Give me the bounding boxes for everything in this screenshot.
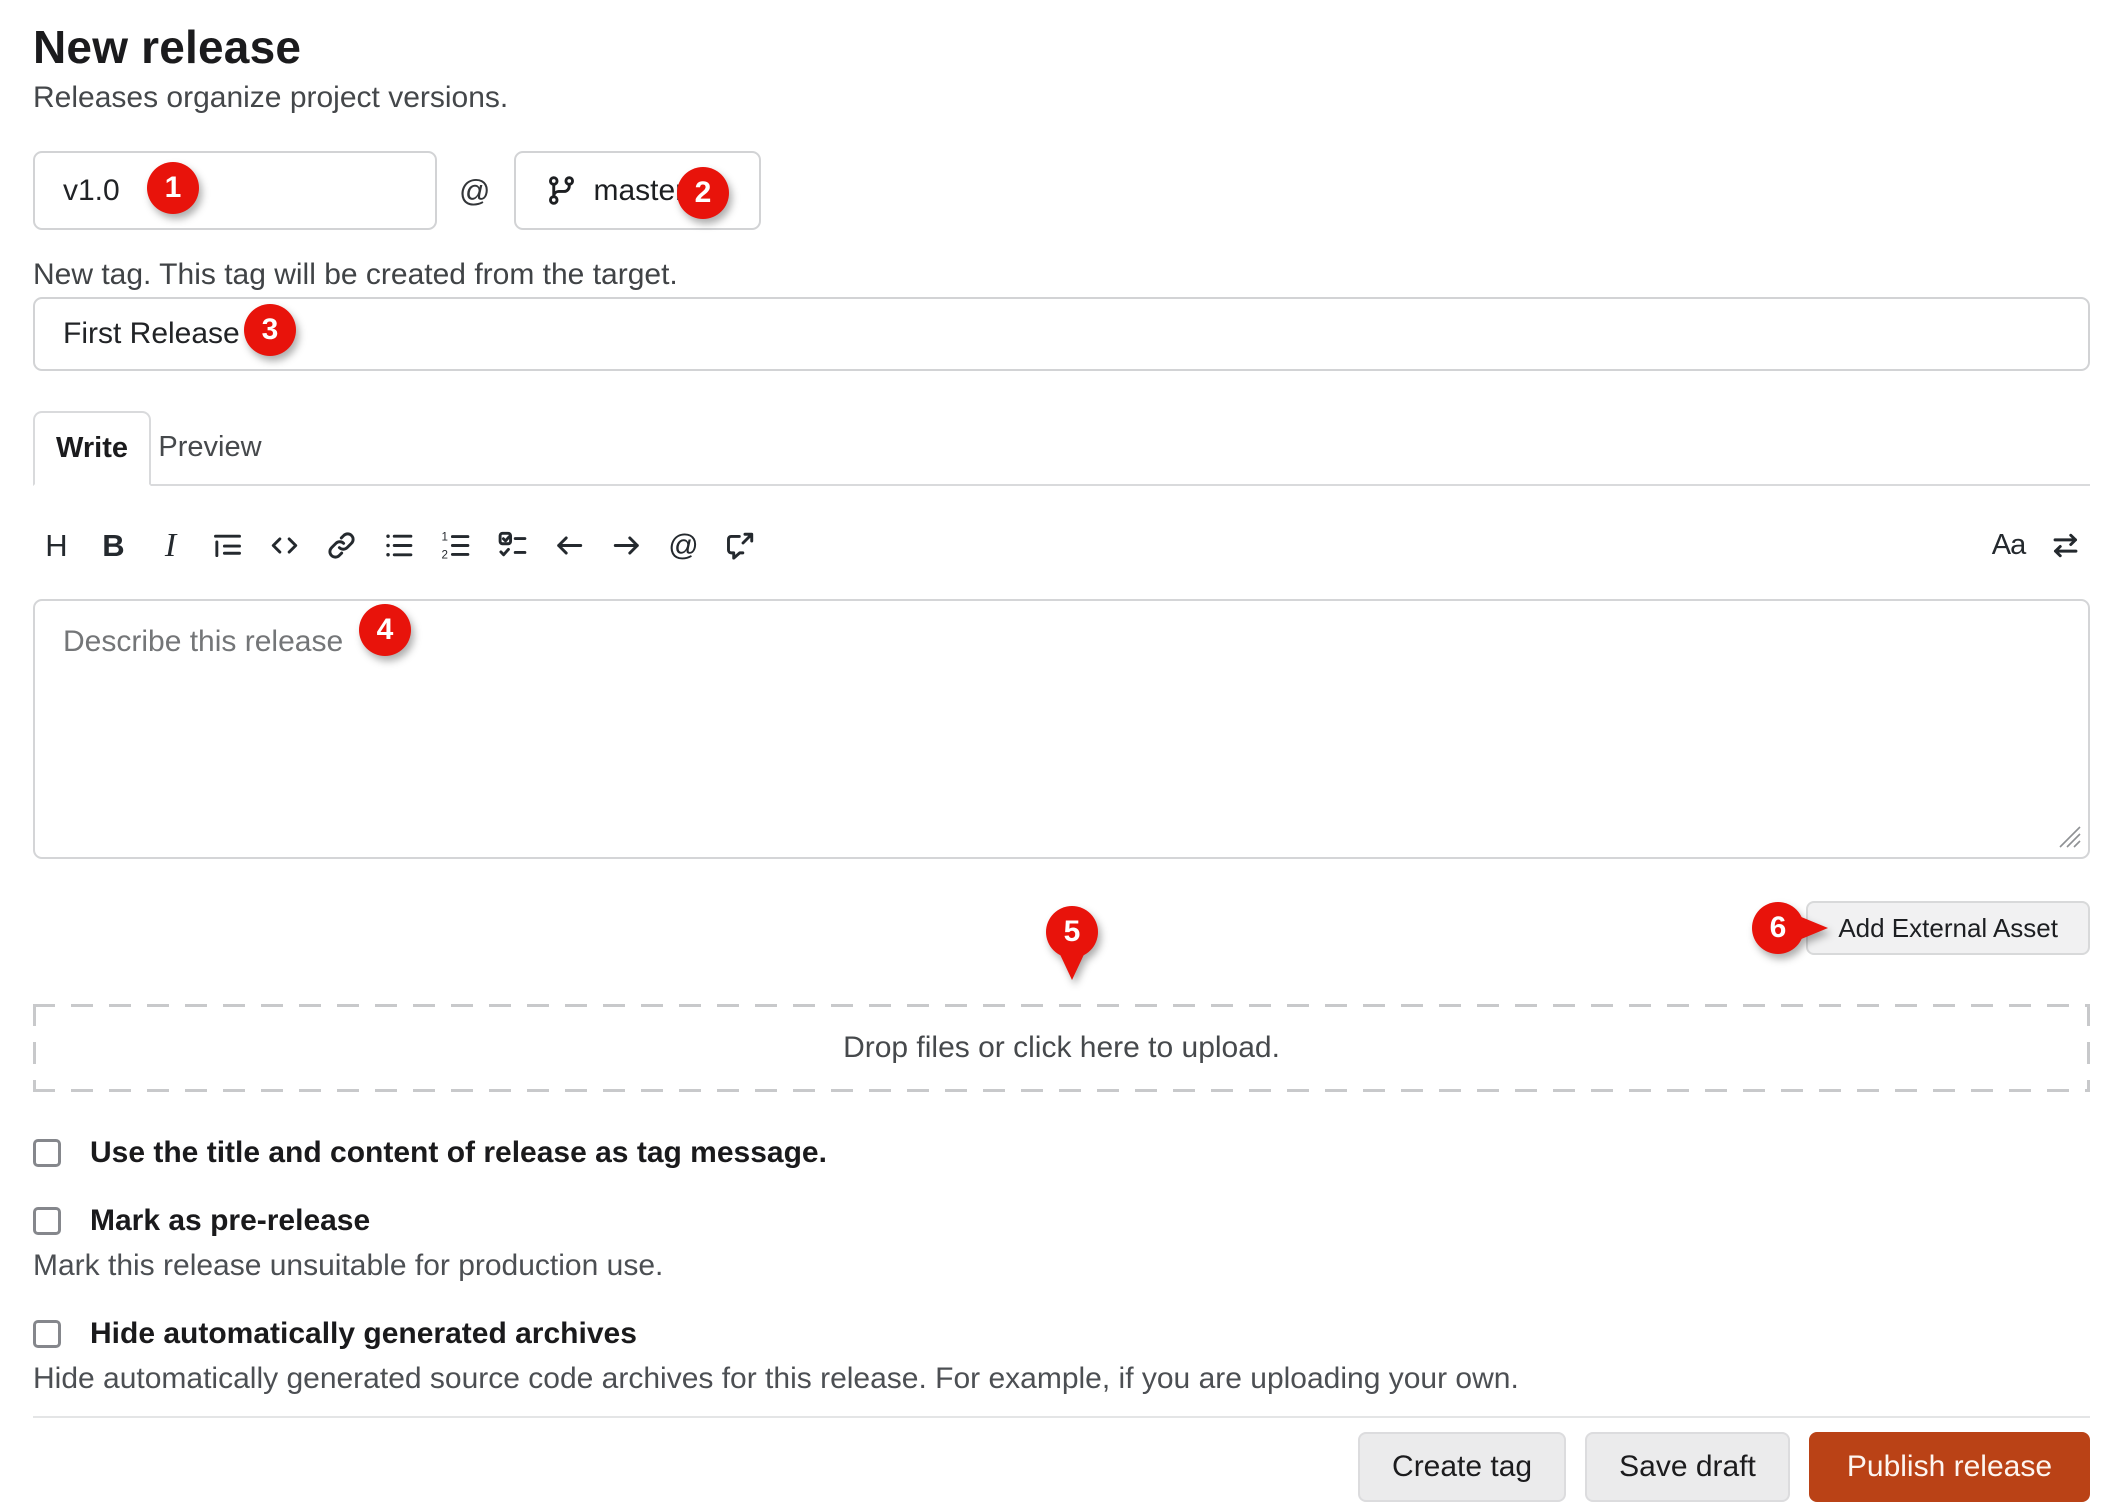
arrow-left-icon[interactable] — [547, 523, 592, 568]
prerelease-description: Mark this release unsuitable for product… — [33, 1249, 2090, 1283]
annotation-badge-1: 1 — [147, 162, 199, 214]
unordered-list-icon[interactable] — [376, 523, 421, 568]
badge-3-number: 3 — [262, 313, 279, 347]
prerelease-checkbox[interactable] — [33, 1207, 61, 1235]
git-branch-icon — [546, 175, 577, 206]
badge-1-number: 1 — [165, 171, 182, 205]
task-list-icon[interactable] — [490, 523, 535, 568]
release-title-input[interactable] — [33, 297, 2090, 371]
annotation-badge-4: 4 — [359, 604, 411, 656]
release-options: Use the title and content of release as … — [33, 1136, 2090, 1396]
option-tag-message: Use the title and content of release as … — [33, 1136, 2090, 1170]
page-subtitle: Releases organize project versions. — [33, 81, 2090, 115]
bold-icon[interactable]: B — [91, 523, 136, 568]
markdown-toolbar: H B I 12 @ Aa — [33, 486, 2090, 599]
badge-5-pointer — [1057, 948, 1087, 980]
link-icon[interactable] — [319, 523, 364, 568]
annotation-badge-3: 3 — [244, 304, 296, 356]
hide-archives-checkbox[interactable] — [33, 1320, 61, 1348]
heading-icon[interactable]: H — [34, 523, 79, 568]
tag-help-text: New tag. This tag will be created from t… — [33, 258, 2090, 292]
italic-icon[interactable]: I — [148, 523, 193, 568]
annotation-badge-2: 2 — [677, 167, 729, 219]
badge-6-pointer — [1794, 914, 1828, 942]
target-branch-label: master — [593, 174, 685, 208]
tab-write[interactable]: Write — [33, 411, 151, 486]
tag-name-input[interactable] — [33, 151, 437, 230]
description-textarea[interactable] — [33, 599, 2090, 859]
form-actions: Create tag Save draft Publish release — [33, 1416, 2090, 1502]
badge-6-number: 6 — [1770, 911, 1787, 945]
badge-4-number: 4 — [377, 613, 394, 647]
option-prerelease: Mark as pre-release Mark this release un… — [33, 1204, 2090, 1283]
badge-2-number: 2 — [695, 176, 712, 210]
svg-text:2: 2 — [442, 549, 448, 562]
description-area — [33, 599, 2090, 859]
hide-archives-label[interactable]: Hide automatically generated archives — [90, 1317, 637, 1351]
font-size-icon[interactable]: Aa — [1986, 523, 2031, 568]
code-icon[interactable] — [262, 523, 307, 568]
hide-archives-description: Hide automatically generated source code… — [33, 1362, 2090, 1396]
file-dropzone[interactable]: Drop files or click here to upload. — [33, 1004, 2090, 1092]
tag-message-checkbox[interactable] — [33, 1139, 61, 1167]
switch-editor-icon[interactable] — [2043, 523, 2088, 568]
tab-preview[interactable]: Preview — [151, 411, 269, 484]
annotation-badge-5: 5 — [1046, 906, 1098, 958]
new-release-page: New release Releases organize project ve… — [0, 0, 2122, 1502]
tag-target-row: @ master — [33, 151, 2090, 230]
dropzone-text: Drop files or click here to upload. — [843, 1031, 1280, 1065]
mention-icon[interactable]: @ — [661, 523, 706, 568]
textarea-resize-handle[interactable] — [2057, 824, 2083, 850]
reference-icon[interactable] — [718, 523, 763, 568]
annotation-badge-6: 6 — [1752, 902, 1804, 954]
ordered-list-icon[interactable]: 12 — [433, 523, 478, 568]
tag-message-label[interactable]: Use the title and content of release as … — [90, 1136, 827, 1170]
editor-tabbar: Write Preview — [33, 411, 2090, 486]
add-external-asset-button[interactable]: Add External Asset — [1806, 901, 2090, 955]
quote-icon[interactable] — [205, 523, 250, 568]
option-hide-archives: Hide automatically generated archives Hi… — [33, 1317, 2090, 1396]
svg-text:1: 1 — [442, 531, 448, 544]
badge-5-number: 5 — [1064, 915, 1081, 949]
prerelease-label[interactable]: Mark as pre-release — [90, 1204, 370, 1238]
at-separator: @ — [459, 173, 490, 209]
arrow-right-icon[interactable] — [604, 523, 649, 568]
page-title: New release — [33, 20, 2090, 74]
